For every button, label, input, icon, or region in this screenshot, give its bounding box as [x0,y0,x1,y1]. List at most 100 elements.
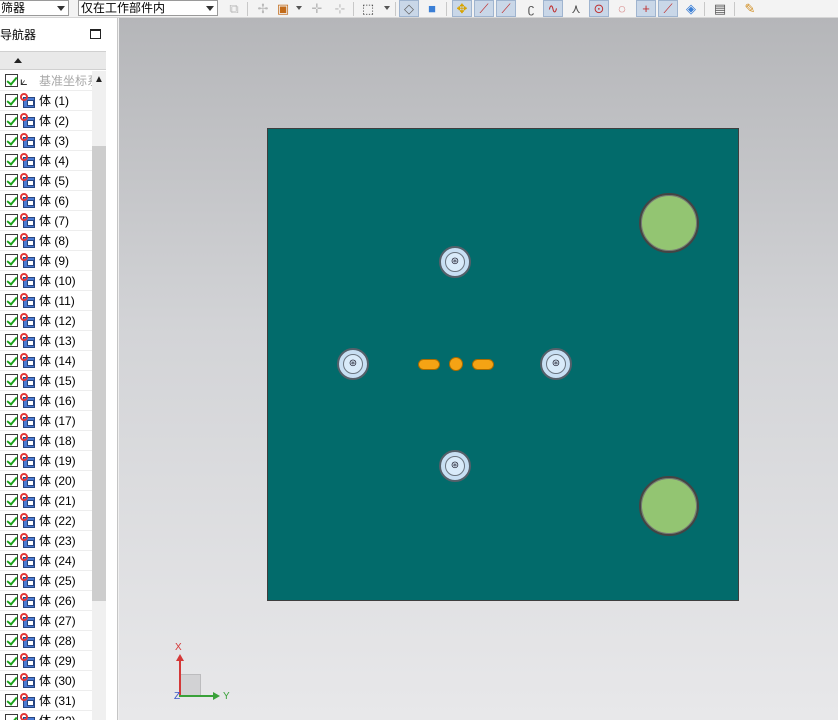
selection-box-icon[interactable]: ⬚ [358,0,378,17]
slot-right[interactable] [472,359,494,370]
visibility-checkbox[interactable] [5,574,18,587]
constraint-icon[interactable]: ⊹ [330,0,350,17]
visibility-checkbox[interactable] [5,594,18,607]
graphics-window[interactable]: ⊛ ⊛ ⊛ ⊛ X Y Z [119,18,838,720]
visibility-checkbox[interactable] [5,514,18,527]
tree-row-body[interactable]: 体 (5) [0,171,92,191]
visibility-checkbox[interactable] [5,534,18,547]
visibility-checkbox[interactable] [5,74,18,87]
point-on-face-icon[interactable]: ◈ [681,0,701,17]
visibility-checkbox[interactable] [5,614,18,627]
tree-row-body[interactable]: 体 (28) [0,631,92,651]
mold-plate[interactable]: ⊛ ⊛ ⊛ ⊛ [267,128,739,601]
chevron-down-icon[interactable] [384,6,390,10]
visibility-checkbox[interactable] [5,554,18,567]
tree-row-body[interactable]: 体 (12) [0,311,92,331]
type-filter-select[interactable]: 筛器 [0,0,69,16]
visibility-checkbox[interactable] [5,274,18,287]
visibility-checkbox[interactable] [5,154,18,167]
tree-row-body[interactable]: 体 (18) [0,431,92,451]
tree-row-datum-csys[interactable]: ⟀ 基准坐标系 [0,71,92,91]
tree-row-body[interactable]: 体 (25) [0,571,92,591]
existing-point-icon[interactable]: + [636,0,656,17]
add-component-icon[interactable]: ▣ [273,0,293,17]
end-point-icon[interactable]: ⟋ [474,0,494,17]
tree-row-body[interactable]: 体 (17) [0,411,92,431]
visibility-checkbox[interactable] [5,374,18,387]
tree-row-body[interactable]: 体 (8) [0,231,92,251]
tree-row-body[interactable]: 体 (7) [0,211,92,231]
visibility-checkbox[interactable] [5,194,18,207]
tree-row-body[interactable]: 体 (4) [0,151,92,171]
curve-icon[interactable]: ⋏ [566,0,586,17]
move-icon[interactable]: ✛ [307,0,327,17]
scroll-up-icon[interactable]: ▲ [92,73,106,87]
visibility-checkbox[interactable] [5,394,18,407]
snap-icon[interactable]: ✢ [253,0,273,17]
snap-point-icon[interactable]: ✥ [452,0,472,17]
tree-row-body[interactable]: 体 (3) [0,131,92,151]
visibility-checkbox[interactable] [5,434,18,447]
point-on-curve-icon[interactable]: ⟋ [658,0,678,17]
tree-row-body[interactable]: 体 (13) [0,331,92,351]
tree-row-body[interactable]: 体 (6) [0,191,92,211]
clear-selection-icon[interactable]: ✎ [740,0,760,17]
scrollbar-thumb[interactable] [92,146,106,601]
selection-scope-select[interactable]: 仅在工作部件内 [78,0,218,16]
visibility-checkbox[interactable] [5,334,18,347]
visibility-checkbox[interactable] [5,414,18,427]
tree-row-body[interactable]: 体 (15) [0,371,92,391]
screw-left[interactable]: ⊛ [337,348,369,380]
tree-row-body[interactable]: 体 (31) [0,691,92,711]
screw-top[interactable]: ⊛ [439,246,471,278]
tree-row-body[interactable]: 体 (27) [0,611,92,631]
visibility-checkbox[interactable] [5,354,18,367]
mid-point-icon[interactable]: ⟋ [496,0,516,17]
tree-row-body[interactable]: 体 (30) [0,671,92,691]
select-faces-icon[interactable]: ◇ [399,0,419,17]
visibility-checkbox[interactable] [5,314,18,327]
tree-row-body[interactable]: 体 (24) [0,551,92,571]
layers-icon[interactable]: ▤ [710,0,730,17]
visibility-checkbox[interactable] [5,494,18,507]
visibility-checkbox[interactable] [5,134,18,147]
visibility-checkbox[interactable] [5,714,18,720]
visibility-checkbox[interactable] [5,214,18,227]
visibility-checkbox[interactable] [5,654,18,667]
tree-row-body[interactable]: 体 (32) [0,711,92,720]
sort-ascending-icon[interactable] [14,58,22,63]
tree-row-body[interactable]: 体 (20) [0,471,92,491]
tree-row-body[interactable]: 体 (2) [0,111,92,131]
select-bodies-icon[interactable]: ■ [422,0,442,17]
visibility-checkbox[interactable] [5,694,18,707]
tree-row-body[interactable]: 体 (23) [0,531,92,551]
tree-row-body[interactable]: 体 (16) [0,391,92,411]
screw-bottom[interactable]: ⊛ [439,450,471,482]
tree-row-body[interactable]: 体 (10) [0,271,92,291]
control-point-icon[interactable]: ʗ [521,0,541,17]
visibility-checkbox[interactable] [5,674,18,687]
visibility-checkbox[interactable] [5,234,18,247]
screw-right[interactable]: ⊛ [540,348,572,380]
maximize-icon[interactable] [90,29,101,39]
tree-row-body[interactable]: 体 (1) [0,91,92,111]
large-hole-top-right[interactable] [639,193,699,253]
chevron-down-icon[interactable] [296,6,302,10]
assembly-icon[interactable]: ⧉ [224,0,244,17]
visibility-checkbox[interactable] [5,634,18,647]
tree-row-body[interactable]: 体 (9) [0,251,92,271]
visibility-checkbox[interactable] [5,254,18,267]
center-pin[interactable] [449,357,463,371]
tree-row-body[interactable]: 体 (29) [0,651,92,671]
tree-row-body[interactable]: 体 (19) [0,451,92,471]
visibility-checkbox[interactable] [5,454,18,467]
visibility-checkbox[interactable] [5,94,18,107]
slot-left[interactable] [418,359,440,370]
tree-row-body[interactable]: 体 (21) [0,491,92,511]
intersection-icon[interactable]: ∿ [543,0,563,17]
tree-row-body[interactable]: 体 (14) [0,351,92,371]
tree-row-body[interactable]: 体 (26) [0,591,92,611]
tree-row-body[interactable]: 体 (22) [0,511,92,531]
large-hole-bottom-right[interactable] [639,476,699,536]
visibility-checkbox[interactable] [5,294,18,307]
